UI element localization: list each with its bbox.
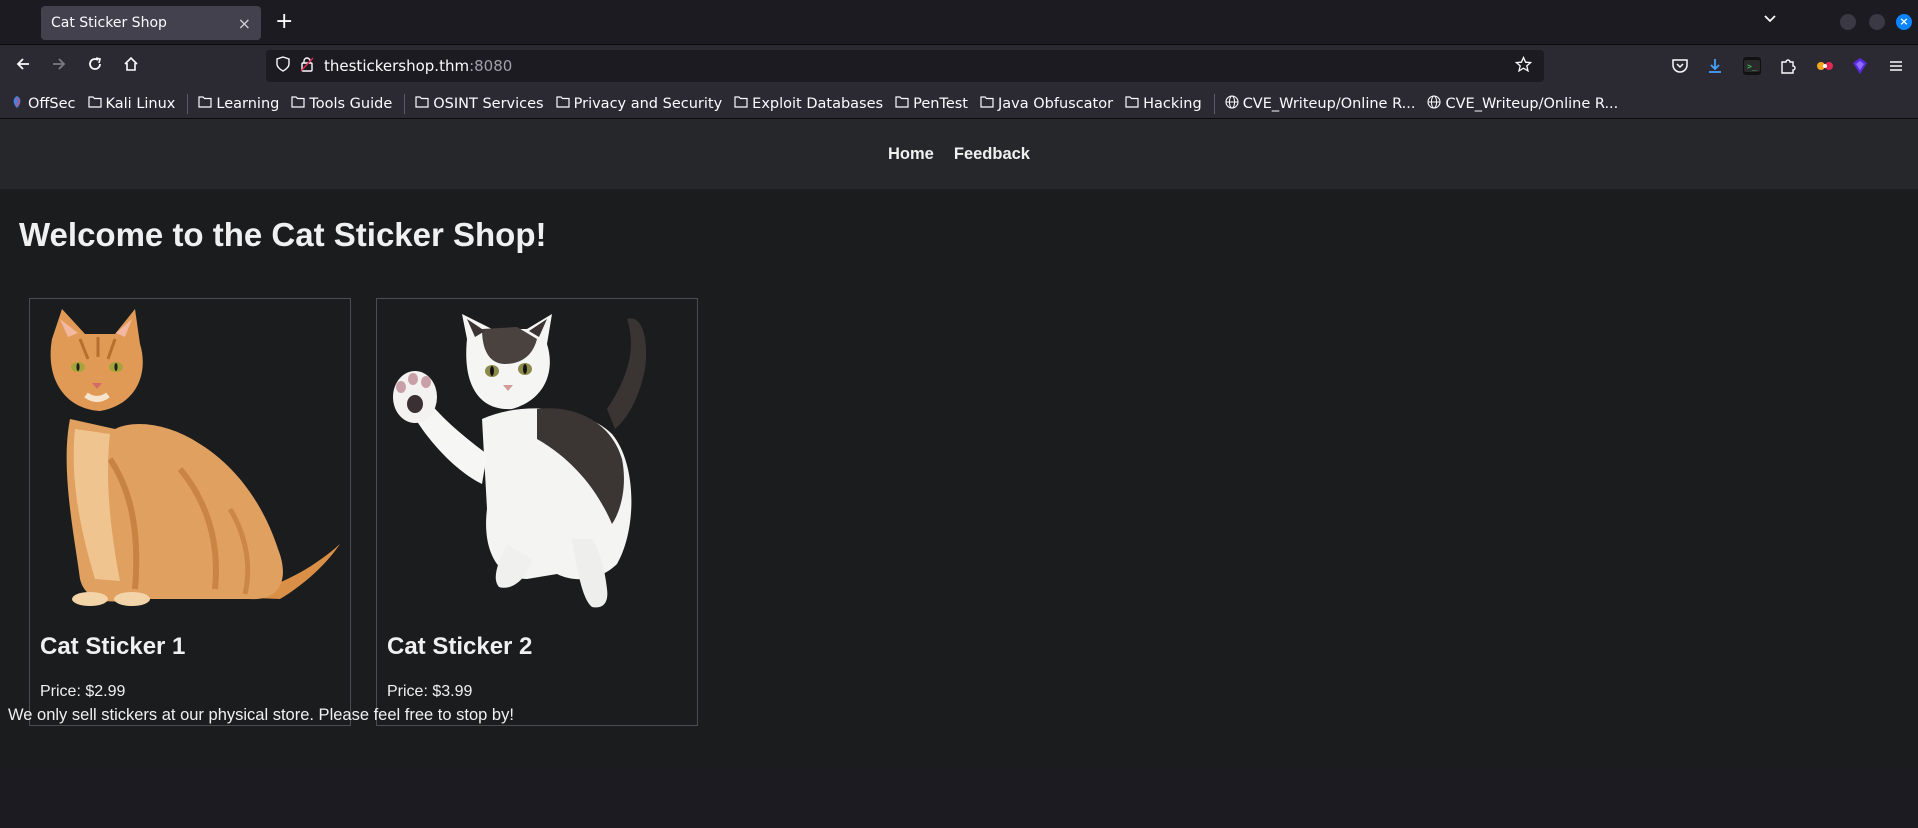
bookmark-star-icon[interactable] — [1514, 55, 1533, 78]
folder-icon — [198, 95, 212, 112]
folder-icon — [87, 95, 102, 112]
bookmark-label: Hacking — [1143, 95, 1202, 112]
folder-icon — [291, 95, 305, 112]
product-card: Cat Sticker 1 Price: $2.99 — [29, 298, 351, 726]
product-card: Cat Sticker 2 Price: $3.99 — [376, 298, 698, 726]
folder-icon — [415, 95, 429, 112]
page-heading: Welcome to the Cat Sticker Shop! — [19, 216, 547, 253]
extensions-puzzle-icon[interactable] — [1779, 57, 1797, 75]
product-price: Price: $2.99 — [40, 683, 126, 700]
forward-icon[interactable] — [47, 55, 71, 78]
maximize-window-button[interactable] — [1869, 14, 1885, 30]
minimize-window-button[interactable] — [1840, 14, 1856, 30]
menu-hamburger-icon[interactable] — [1887, 57, 1905, 75]
product-name: Cat Sticker 2 — [387, 633, 533, 660]
insecure-lock-icon[interactable] — [300, 56, 314, 76]
svg-text:>_: >_ — [1747, 62, 1757, 71]
list-all-tabs-icon[interactable] — [1762, 10, 1778, 30]
folder-icon — [980, 95, 994, 112]
orange-tabby-cat-image — [40, 309, 340, 609]
bookmark-folder-exploit-databases[interactable]: Exploit Databases — [734, 96, 883, 112]
product-price: Price: $3.99 — [387, 683, 473, 700]
tab-bar: Cat Sticker Shop × + × — [0, 0, 1918, 44]
tracking-protection-shield-icon[interactable] — [276, 56, 290, 76]
bookmark-label: Exploit Databases — [752, 95, 884, 112]
folder-icon — [895, 95, 909, 112]
bookmark-folder-osint-services[interactable]: OSINT Services — [415, 95, 544, 112]
bookmark-label: Privacy and Security — [573, 95, 723, 112]
bookmark-folder-hacking[interactable]: Hacking — [1125, 96, 1202, 112]
nav-link-home[interactable]: Home — [888, 145, 934, 164]
bookmark-separator — [187, 93, 189, 114]
bookmark-folder-kali-linux[interactable]: Kali Linux — [87, 95, 176, 112]
downloads-icon[interactable] — [1706, 57, 1724, 75]
nav-link-feedback[interactable]: Feedback — [954, 145, 1030, 164]
vpn-extension-icon[interactable] — [1851, 57, 1869, 75]
bookmark-label: CVE_Writeup/Online R... — [1445, 95, 1619, 112]
bookmark-separator — [404, 93, 406, 114]
bookmark-folder-privacy-and-security[interactable]: Privacy and Security — [556, 95, 723, 112]
bookmark-label: CVE_Writeup/Online R... — [1242, 95, 1416, 112]
globe-icon — [1427, 94, 1442, 113]
close-window-button[interactable]: × — [1896, 14, 1912, 30]
folder-icon — [556, 95, 570, 112]
bookmark-label: OffSec — [28, 95, 76, 112]
bookmark-label: Learning — [216, 95, 280, 112]
bookmark-folder-tools-guide[interactable]: Tools Guide — [291, 96, 392, 112]
bookmark-folder-pentest[interactable]: PenTest — [895, 96, 968, 112]
bookmark-label: OSINT Services — [433, 95, 544, 112]
back-icon[interactable] — [11, 55, 35, 78]
address-bar[interactable]: thestickershop.thm:8080 — [266, 50, 1544, 82]
close-tab-icon[interactable]: × — [238, 14, 251, 33]
product-name: Cat Sticker 1 — [40, 633, 186, 660]
new-tab-button[interactable]: + — [275, 9, 293, 34]
folder-icon — [1125, 95, 1139, 112]
multi-account-containers-icon[interactable] — [1815, 57, 1833, 75]
navigation-toolbar: thestickershop.thm:8080 >_ — [0, 44, 1918, 89]
bookmark-cve-writeup-1[interactable]: CVE_Writeup/Online R... — [1225, 94, 1416, 113]
white-tabby-kitten-waving-image — [387, 309, 687, 609]
bookmark-folder-java-obfuscator[interactable]: Java Obfuscator — [980, 96, 1113, 112]
home-icon[interactable] — [119, 55, 143, 78]
tab-cat-sticker-shop[interactable]: Cat Sticker Shop × — [41, 6, 261, 40]
bookmark-separator — [1213, 93, 1215, 114]
bookmark-folder-learning[interactable]: Learning — [198, 96, 279, 112]
folder-icon — [734, 95, 748, 112]
terminal-extension-icon[interactable]: >_ — [1743, 57, 1761, 75]
site-navigation: Home Feedback — [0, 119, 1918, 189]
bookmark-label: Tools Guide — [309, 95, 393, 112]
store-notice: We only sell stickers at our physical st… — [8, 706, 514, 724]
bookmark-label: PenTest — [913, 95, 968, 112]
bookmark-cve-writeup-2[interactable]: CVE_Writeup/Online R... — [1427, 94, 1619, 113]
globe-icon — [1225, 94, 1239, 113]
bookmark-offsec[interactable]: OffSec — [10, 95, 76, 113]
bookmark-label: Java Obfuscator — [998, 95, 1114, 112]
pocket-icon[interactable] — [1671, 57, 1689, 75]
tab-title: Cat Sticker Shop — [51, 15, 167, 31]
bookmark-label: Kali Linux — [105, 95, 176, 112]
offsec-icon — [10, 95, 24, 113]
reload-icon[interactable] — [83, 55, 107, 78]
url-host: thestickershop.thm — [324, 57, 470, 75]
page-content: Home Feedback Welcome to the Cat Sticker… — [0, 119, 1918, 769]
bookmarks-toolbar: OffSec Kali Linux Learning Tools Guide O… — [0, 89, 1918, 119]
url-port: :8080 — [469, 57, 513, 75]
